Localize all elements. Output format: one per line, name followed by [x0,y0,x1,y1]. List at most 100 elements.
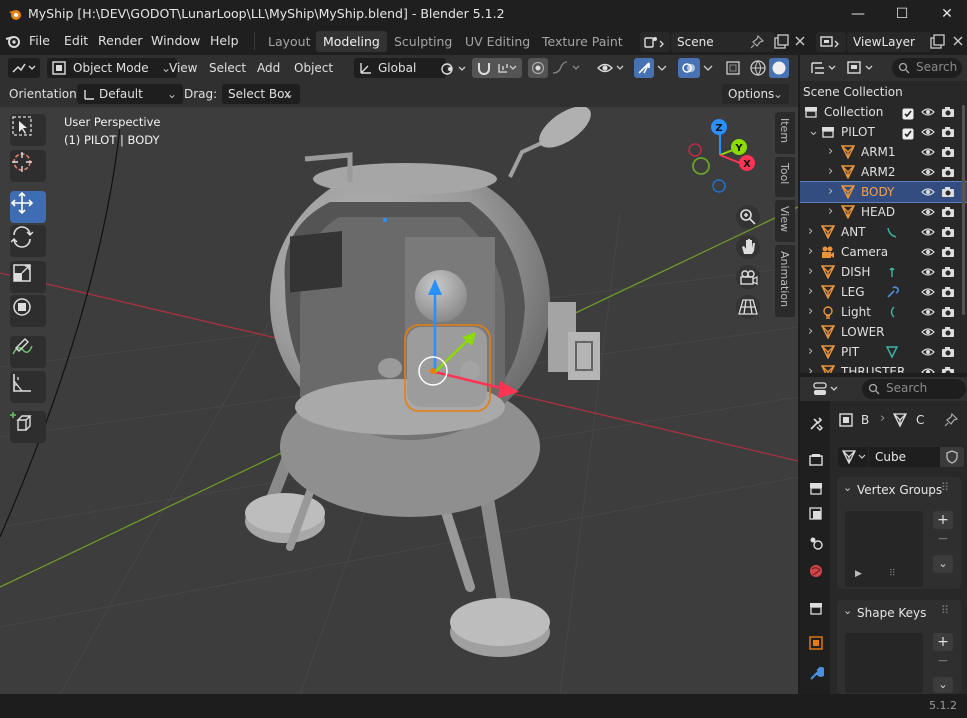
outliner-editor-type-icon[interactable] [810,60,838,76]
axis-neg-y-icon[interactable] [692,157,710,175]
outliner-item-arm1[interactable]: › ARM1 [800,142,967,162]
minimize-button[interactable]: — [843,3,873,25]
vertex-groups-list[interactable]: ▶ ⠿ [845,511,923,587]
outliner-item-dish[interactable]: › DISH [800,262,967,282]
menu-edit[interactable]: Edit [64,33,88,48]
editor-type-dropdown[interactable] [8,58,40,78]
3d-viewport[interactable]: User Perspective (1) PILOT | BODY Z Y X … [0,107,798,694]
workspace-tab-layout[interactable]: Layout [261,31,318,52]
transform-orientation-dropdown[interactable]: Global [354,58,446,78]
wireframe-shading-icon[interactable] [749,59,767,77]
perspective-toggle-button[interactable] [736,295,760,319]
list-resize-handle-icon[interactable]: ⠿ [889,569,896,579]
expand-arrow-icon[interactable]: › [808,222,813,242]
view-layer-browse-button[interactable] [816,32,846,52]
mesh-name-field[interactable]: Cube [869,447,945,467]
navigation-axes-gizmo[interactable]: Z Y X [682,115,762,201]
solid-shading-button[interactable] [769,58,789,78]
expand-arrow-icon[interactable]: › [808,302,813,322]
remove-view-layer-icon[interactable] [951,34,965,48]
camera-view-button[interactable] [736,265,760,289]
blender-menu-icon[interactable] [5,34,21,48]
outliner-item-body[interactable]: › BODY [800,181,967,203]
viewport-menu-view[interactable]: View [169,58,197,78]
properties-search-input[interactable]: Search [862,379,966,399]
menu-help[interactable]: Help [210,33,239,48]
outliner-item-collection[interactable]: Collection [800,102,967,122]
outliner-search-input[interactable]: Search [892,58,962,78]
move-tool[interactable] [10,191,46,223]
expand-arrow-icon[interactable]: › [808,262,813,282]
viewport-menu-object[interactable]: Object [294,58,333,78]
measure-tool[interactable] [10,371,46,403]
output-properties-icon[interactable] [808,480,824,496]
rotate-tool[interactable] [10,225,46,257]
view-layer-name-field[interactable]: ViewLayer [847,32,931,52]
object-properties-icon[interactable] [808,635,824,651]
pin-icon[interactable] [750,35,764,49]
sidebar-tab-tool[interactable]: Tool [775,157,795,197]
cursor-tool[interactable] [10,150,46,182]
drag-handle-icon[interactable]: ⠿ [941,604,949,617]
expand-arrow-icon[interactable]: › [808,322,813,342]
workspace-tab-texture-paint[interactable]: Texture Paint [535,31,630,52]
menu-render[interactable]: Render [98,33,143,48]
sidebar-tab-item[interactable]: Item [775,112,795,154]
mesh-browse-button[interactable] [838,447,868,467]
expand-arrow-icon[interactable]: › [828,162,833,182]
remove-shape-key-button[interactable]: − [933,653,953,669]
annotate-tool[interactable] [10,336,46,368]
tool-properties-icon[interactable] [808,416,824,432]
pin-icon[interactable] [944,413,958,427]
select-box-tool[interactable] [10,114,46,146]
menu-file[interactable]: File [29,33,50,48]
menu-window[interactable]: Window [151,33,200,48]
collection-properties-icon[interactable] [808,600,824,616]
shape-key-specials-button[interactable]: ⌄ [933,677,953,693]
view-layer-properties-icon[interactable] [808,506,824,522]
list-expand-icon[interactable]: ▶ [855,569,862,579]
drag-dropdown[interactable]: Select Box ⌄ [222,84,300,104]
gizmo-toggle[interactable] [634,58,654,78]
maximize-button[interactable]: ☐ [887,3,917,25]
scale-tool[interactable] [10,261,46,293]
snap-toggle[interactable] [472,58,522,78]
workspace-tab-sculpting[interactable]: Sculpting [387,31,459,52]
expand-arrow-icon[interactable]: › [808,282,813,302]
viewport-menu-select[interactable]: Select [209,58,246,78]
properties-editor-type-icon[interactable] [812,381,840,397]
vertex-group-specials-button[interactable]: ⌄ [933,555,953,573]
outliner-item-pilot[interactable]: ⌄ PILOT [800,122,967,142]
outliner-item-leg[interactable]: › LEG [800,282,967,302]
expand-arrow-icon[interactable]: › [808,342,813,362]
outliner-item-ant[interactable]: › ANT [800,222,967,242]
workspace-tab-uv-editing[interactable]: UV Editing [458,31,537,52]
outliner-item-light[interactable]: › Light [800,302,967,322]
chevron-down-icon[interactable]: ⌄ [843,481,852,494]
xray-toggle-icon[interactable] [725,60,741,76]
drag-handle-icon[interactable]: ⠿ [941,481,949,494]
workspace-tab-modeling[interactable]: Modeling [316,31,387,52]
render-properties-icon[interactable] [808,452,824,468]
pan-button[interactable] [736,235,760,259]
expand-arrow-icon[interactable]: › [808,362,813,373]
render-camera-icon[interactable] [941,365,955,373]
modifier-wrench-icon[interactable] [808,665,824,681]
expand-arrow-icon[interactable]: › [828,142,833,162]
overlays-toggle[interactable] [678,58,700,78]
outliner-item-arm2[interactable]: › ARM2 [800,162,967,182]
outliner-item-head[interactable]: › HEAD [800,202,967,222]
new-view-layer-icon[interactable] [929,34,945,50]
scene-browse-button[interactable] [640,32,670,52]
display-mode-icon[interactable] [846,60,876,76]
add-vertex-group-button[interactable]: + [933,511,953,529]
outliner-item-pit[interactable]: › PIT [800,342,967,362]
world-properties-icon[interactable] [808,563,824,579]
fake-user-toggle[interactable] [940,447,964,467]
visibility-eye-icon[interactable] [597,60,629,76]
add-cube-tool[interactable] [10,411,46,443]
expand-arrow-icon[interactable]: › [808,242,813,262]
remove-scene-icon[interactable] [793,34,807,48]
proportional-edit-toggle[interactable] [528,58,548,78]
transform-tool[interactable] [10,295,46,327]
